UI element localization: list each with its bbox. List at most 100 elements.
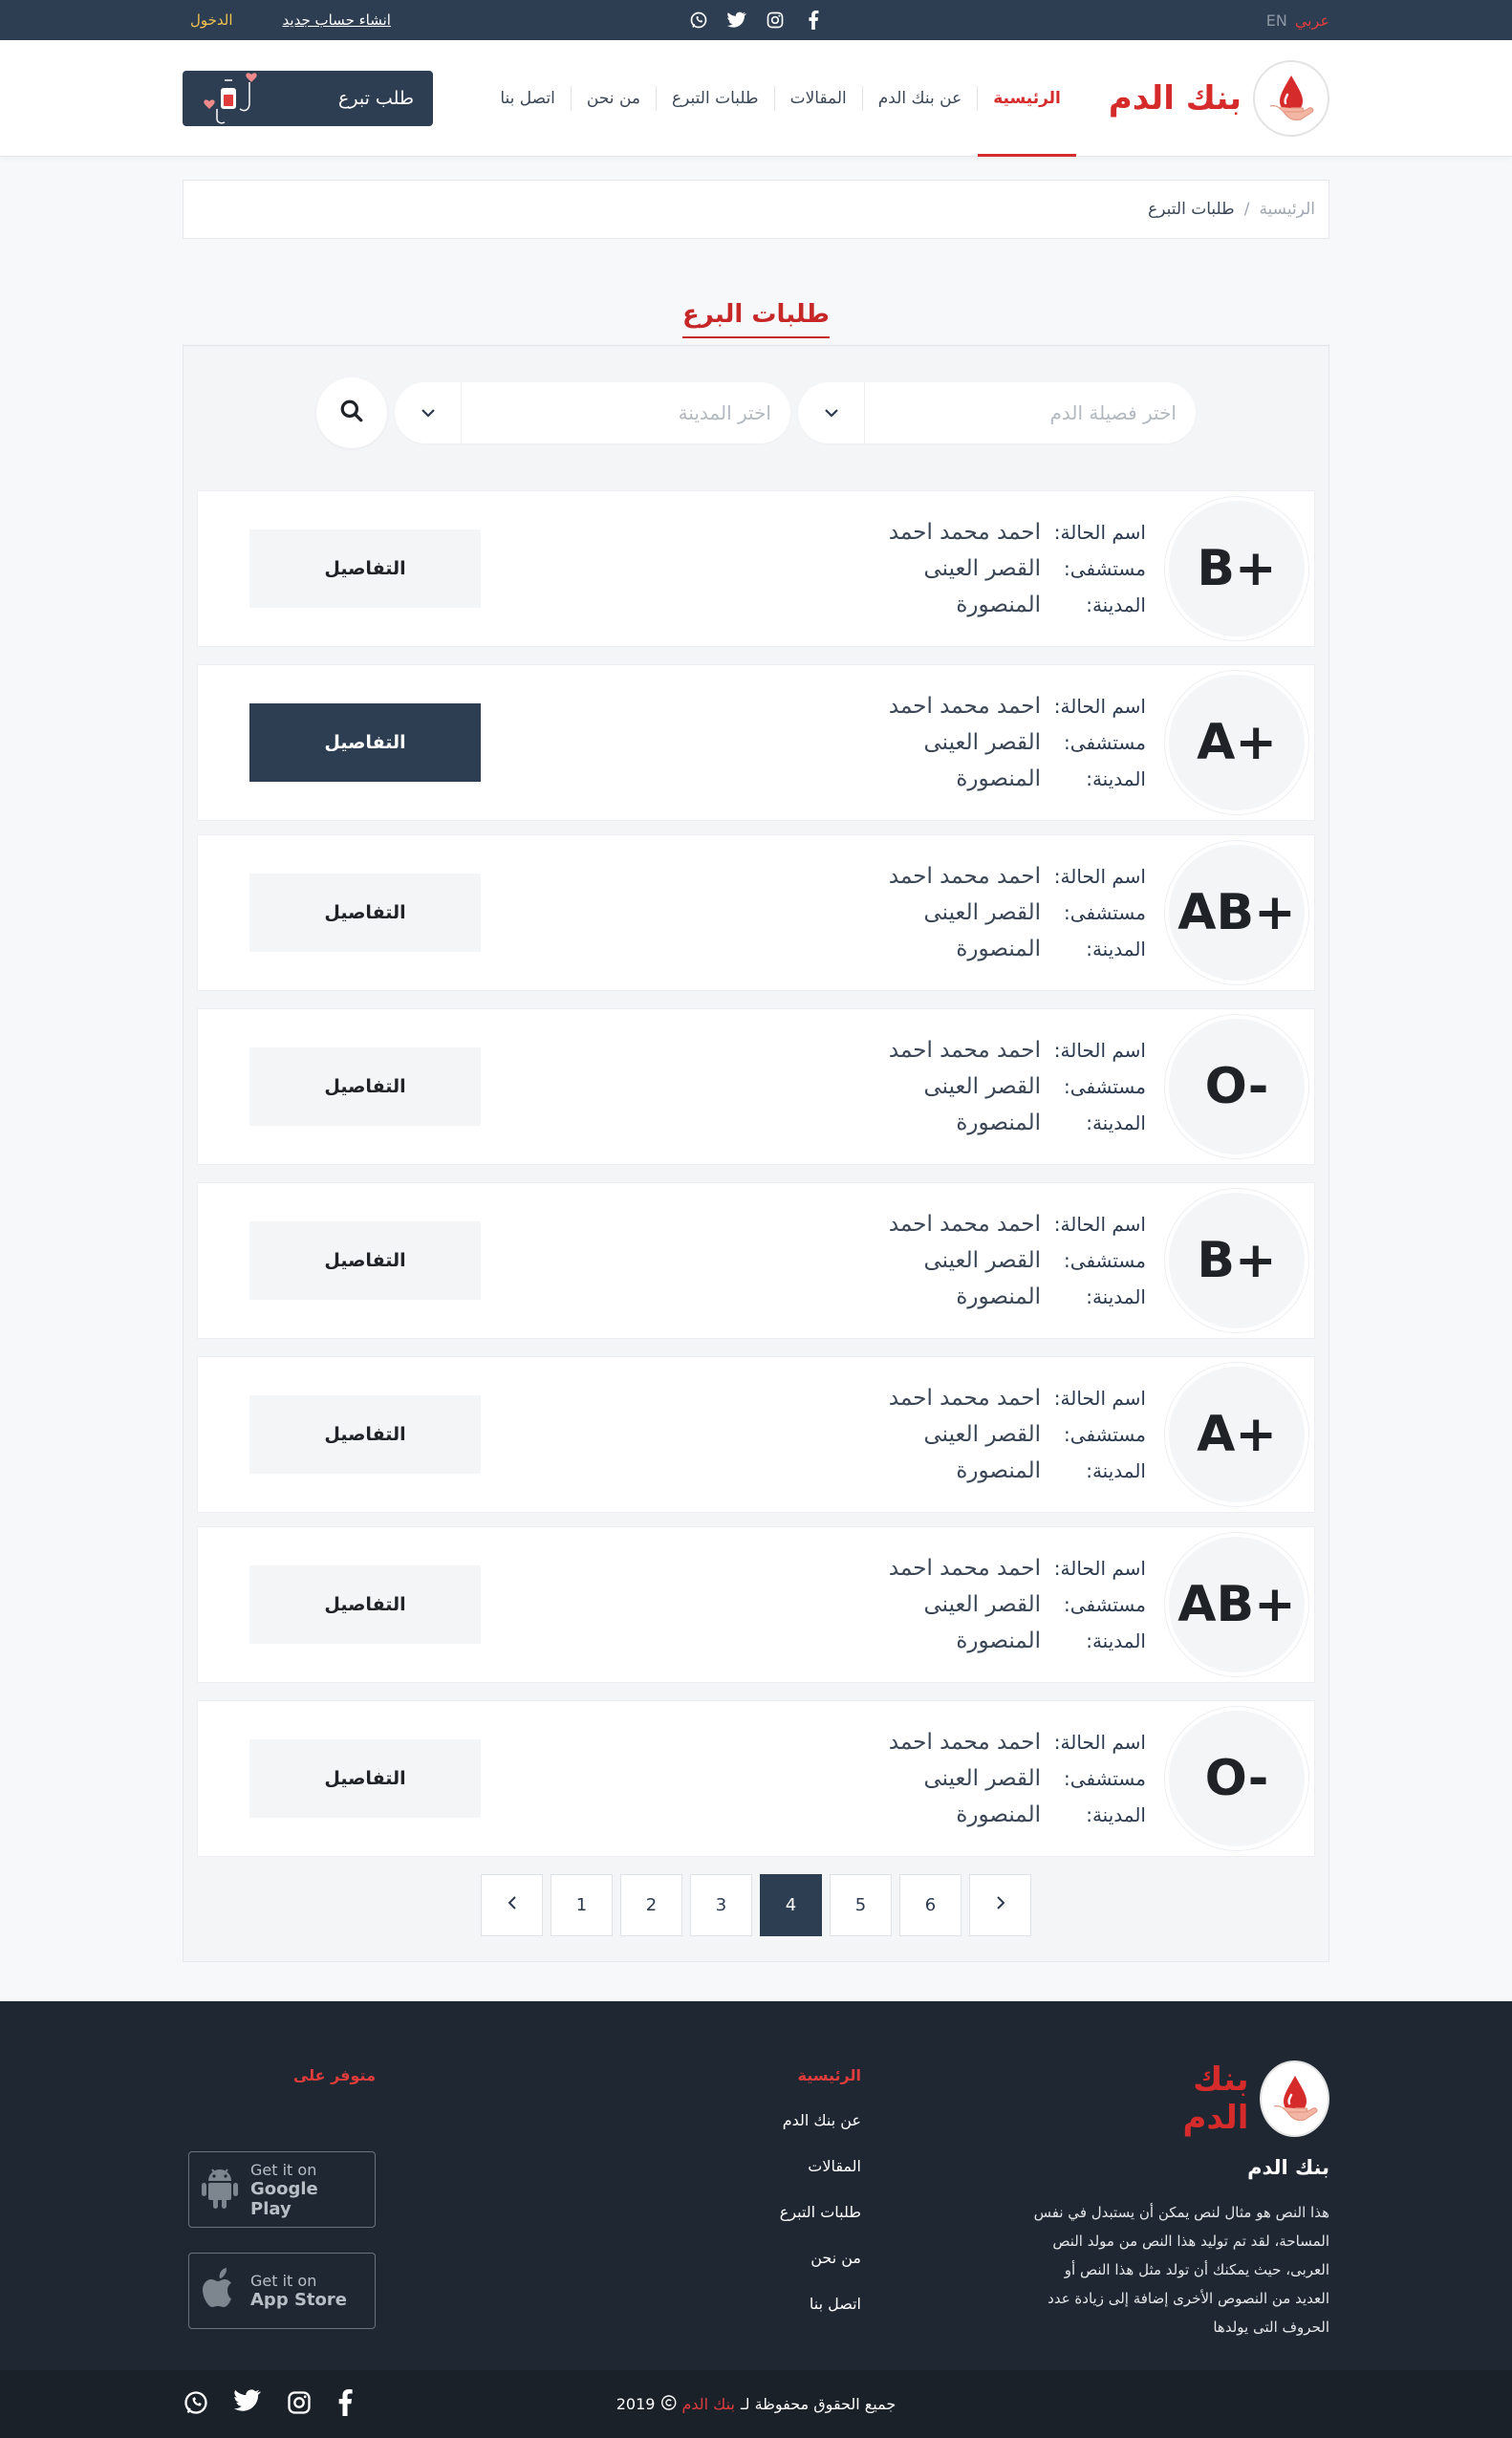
footer-brand-logo[interactable]: بنك الدم [1129, 2060, 1329, 2137]
google-play-small-text: Get it on [250, 2160, 317, 2179]
brand-name: بنك الدم [1108, 79, 1242, 118]
request-donation-label: طلب تبرع [338, 88, 414, 109]
requests-panel: اختر فصيلة الدم اختر المدينة B+ اسم الحا… [183, 344, 1329, 1962]
footer-link-donation-requests[interactable]: طلبات التبرع [780, 2203, 861, 2221]
details-button[interactable]: التفاصيل [249, 1047, 481, 1126]
request-info: اسم الحالة: احمد محمد احمد مستشفى: القصر ا… [889, 1730, 1146, 1827]
search-button[interactable] [316, 378, 387, 448]
footer-apps: متوفر على Get it on Google Play Get it o… [188, 2066, 376, 2354]
blood-type-badge: O- [1165, 1707, 1308, 1850]
page-1[interactable]: 1 [551, 1874, 613, 1936]
copyright-icon [660, 2394, 677, 2414]
instagram-icon[interactable] [286, 2389, 313, 2420]
city-select[interactable]: اختر المدينة [395, 382, 790, 443]
details-button[interactable]: التفاصيل [249, 529, 481, 608]
city-name: المنصورة [956, 1458, 1041, 1483]
footer-brand-name: بنك الدم [1182, 2060, 1249, 2137]
facebook-icon[interactable] [337, 2388, 353, 2420]
copyright-text: جميع الحقوق محفوظة لـ [740, 2395, 896, 2413]
request-info: اسم الحالة: احمد محمد احمد مستشفى: القصر ا… [889, 1038, 1146, 1135]
app-store-small-text: Get it on [250, 2272, 317, 2290]
chevron-down-icon [395, 382, 462, 443]
footer-link-about-blood-bank[interactable]: عن بنك الدم [780, 2111, 861, 2129]
blood-drop-hand-icon [1260, 2060, 1329, 2137]
section-heading: طلبات البرع [183, 300, 1329, 346]
facebook-icon[interactable] [802, 9, 825, 32]
main-header: بنك الدم الرئيسية عن بنك الدم المقالات ط… [0, 40, 1512, 157]
city-placeholder: اختر المدينة [678, 401, 771, 424]
filters-bar: اختر فصيلة الدم اختر المدينة [197, 378, 1315, 448]
brand-logo[interactable]: بنك الدم [1109, 60, 1329, 137]
city-label: المدينة: [1086, 1459, 1146, 1482]
google-play-button[interactable]: Get it on Google Play [188, 2151, 376, 2228]
nav-home[interactable]: الرئيسية [978, 40, 1076, 157]
whatsapp-icon[interactable] [183, 2389, 209, 2420]
city-name: المنصورة [956, 1111, 1041, 1135]
bottom-bar: جميع الحقوق محفوظة لـ بنك الدم 2019 [0, 2370, 1512, 2438]
page-2[interactable]: 2 [620, 1874, 682, 1936]
request-info: اسم الحالة: احمد محمد احمد مستشفى: القصر ا… [889, 520, 1146, 617]
request-card: AB+ اسم الحالة: احمد محمد احمد مستشفى: الق… [197, 1526, 1315, 1683]
hospital-name: القصر العينى [923, 1074, 1041, 1099]
page-6[interactable]: 6 [899, 1874, 961, 1936]
whatsapp-icon[interactable] [687, 9, 710, 32]
twitter-icon[interactable] [234, 2388, 261, 2420]
footer-link-contact-us[interactable]: اتصل بنا [780, 2295, 861, 2313]
blood-type-badge: O- [1165, 1015, 1308, 1158]
nav-articles[interactable]: المقالات [775, 40, 862, 157]
search-icon [339, 399, 364, 427]
patient-name: احمد محمد احمد [888, 1038, 1041, 1063]
city-name: المنصورة [956, 593, 1041, 617]
request-info: اسم الحالة: احمد محمد احمد مستشفى: القصر ا… [889, 1386, 1146, 1483]
nav-donation-requests[interactable]: طلبات التبرع [657, 40, 774, 157]
details-button[interactable]: التفاصيل [249, 1565, 481, 1644]
nav-contact-us[interactable]: اتصل بنا [485, 40, 571, 157]
pagination-next[interactable] [969, 1874, 1031, 1936]
copyright: جميع الحقوق محفوظة لـ بنك الدم 2019 [616, 2394, 896, 2414]
details-button[interactable]: التفاصيل [249, 1221, 481, 1300]
blood-type-select[interactable]: اختر فصيلة الدم [798, 382, 1196, 443]
request-donation-button[interactable]: طلب تبرع [183, 71, 433, 126]
details-button[interactable]: التفاصيل [249, 1739, 481, 1818]
instagram-icon[interactable] [764, 9, 787, 32]
twitter-icon[interactable] [725, 9, 748, 32]
city-label: المدينة: [1086, 1111, 1146, 1134]
footer-link-articles[interactable]: المقالات [780, 2157, 861, 2175]
login-link[interactable]: الدخول [190, 11, 233, 29]
chevron-right-icon [996, 1895, 1005, 1915]
lang-en[interactable]: EN [1266, 11, 1287, 30]
city-name: المنصورة [956, 1802, 1041, 1827]
footer-link-home[interactable]: الرئيسية [780, 2066, 862, 2084]
city-name: المنصورة [956, 937, 1041, 961]
request-info: اسم الحالة: احمد محمد احمد مستشفى: القصر ا… [889, 1556, 1146, 1653]
name-label: اسم الحالة: [1053, 1387, 1146, 1410]
patient-name: احمد محمد احمد [888, 1556, 1041, 1581]
request-card: O- اسم الحالة: احمد محمد احمد مستشفى: القص… [197, 1700, 1315, 1857]
request-info: اسم الحالة: احمد محمد احمد مستشفى: القصر ا… [889, 864, 1146, 961]
page-5[interactable]: 5 [830, 1874, 892, 1936]
footer-link-about-us[interactable]: من نحن [780, 2249, 861, 2267]
copyright-brand[interactable]: بنك الدم [681, 2395, 734, 2413]
request-card: O- اسم الحالة: احمد محمد احمد مستشفى: القص… [197, 1008, 1315, 1165]
footer-about-text: هذا النص هو مثال لنص يمكن أن يستبدل في ن… [1033, 2204, 1329, 2336]
app-store-button[interactable]: Get it on App Store [188, 2253, 376, 2329]
breadcrumb-home[interactable]: الرئيسية [1259, 200, 1315, 219]
nav-about-blood-bank[interactable]: عن بنك الدم [863, 40, 977, 157]
page-4[interactable]: 4 [760, 1874, 822, 1936]
pagination-prev[interactable] [481, 1874, 543, 1936]
details-button[interactable]: التفاصيل [249, 703, 481, 782]
hospital-name: القصر العينى [923, 1592, 1041, 1617]
register-link[interactable]: انشاء حساب جديد [283, 11, 391, 29]
details-button[interactable]: التفاصيل [249, 874, 481, 952]
hospital-name: القصر العينى [923, 730, 1041, 755]
patient-name: احمد محمد احمد [888, 864, 1041, 889]
name-label: اسم الحالة: [1053, 695, 1146, 718]
breadcrumb: الرئيسية / طلبات التبرع [183, 180, 1329, 239]
requests-list: B+ اسم الحالة: احمد محمد احمد مستشفى: القص… [197, 490, 1315, 1857]
lang-ar[interactable]: عربي [1295, 11, 1329, 30]
nav-about-us[interactable]: من نحن [572, 40, 656, 157]
name-label: اسم الحالة: [1053, 521, 1146, 544]
page-3[interactable]: 3 [690, 1874, 752, 1936]
blood-drop-hand-icon [1253, 60, 1329, 137]
details-button[interactable]: التفاصيل [249, 1395, 481, 1474]
